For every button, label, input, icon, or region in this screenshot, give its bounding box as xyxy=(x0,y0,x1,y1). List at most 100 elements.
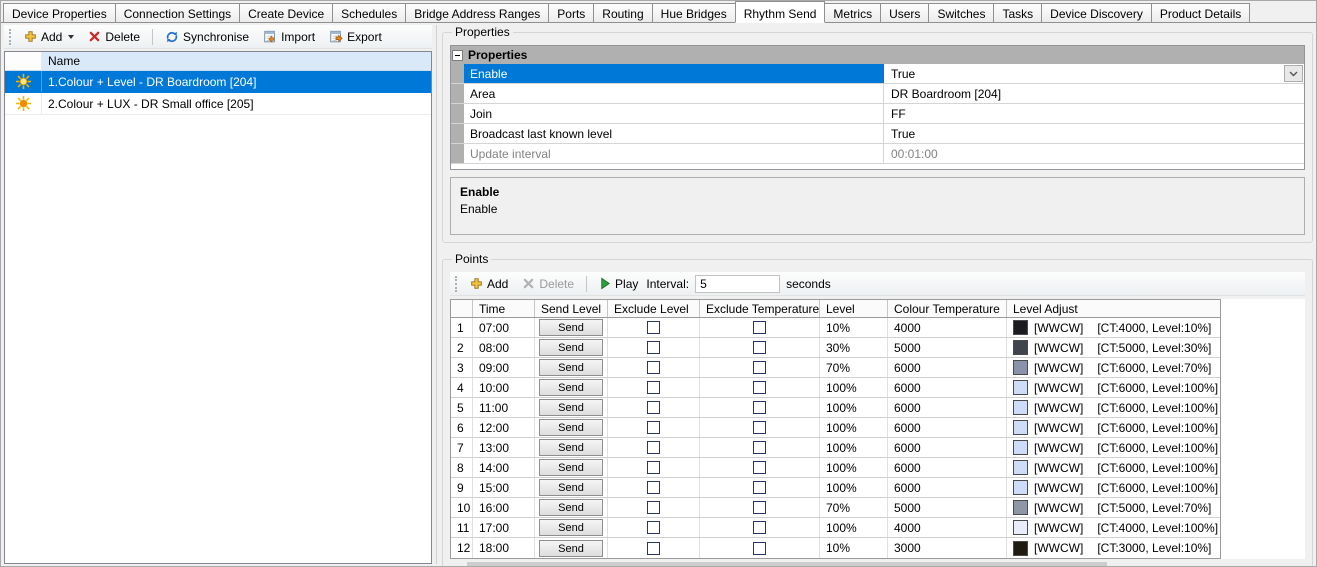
send-button[interactable]: Send xyxy=(539,439,603,456)
level-adjust-cell[interactable]: [WWCW] [CT:6000, Level:100%] xyxy=(1007,458,1220,477)
exclude-level-checkbox[interactable] xyxy=(647,461,660,474)
tab-device-properties[interactable]: Device Properties xyxy=(3,3,116,22)
exclude-level-checkbox[interactable] xyxy=(647,341,660,354)
exclude-temperature-checkbox[interactable] xyxy=(753,361,766,374)
exclude-temperature-checkbox[interactable] xyxy=(753,421,766,434)
level-cell[interactable]: 70% xyxy=(820,358,888,377)
send-button[interactable]: Send xyxy=(539,359,603,376)
play-button[interactable]: Play xyxy=(593,274,644,294)
interval-input[interactable] xyxy=(695,274,781,293)
synchronise-button[interactable]: Synchronise xyxy=(159,27,255,47)
exclude-level-checkbox[interactable] xyxy=(647,501,660,514)
property-value[interactable]: True xyxy=(884,64,1304,83)
property-value[interactable]: 00:01:00 xyxy=(884,144,1304,163)
level-cell[interactable]: 100% xyxy=(820,418,888,437)
scrollbar-track[interactable] xyxy=(467,562,1288,566)
name-column-header[interactable]: Name xyxy=(42,52,431,70)
col-header-level[interactable]: Level xyxy=(820,300,888,317)
tab-bridge-address-ranges[interactable]: Bridge Address Ranges xyxy=(405,3,550,22)
send-button[interactable]: Send xyxy=(539,399,603,416)
property-category-row[interactable]: Properties xyxy=(451,46,1304,64)
col-header-send-level[interactable]: Send Level xyxy=(535,300,608,317)
horizontal-scrollbar[interactable]: ‹ › xyxy=(450,562,1305,566)
level-adjust-cell[interactable]: [WWCW] [CT:4000, Level:100%] xyxy=(1007,518,1220,537)
time-cell[interactable]: 08:00 xyxy=(473,338,535,357)
colour-temperature-cell[interactable]: 4000 xyxy=(888,318,1007,337)
level-cell[interactable]: 100% xyxy=(820,478,888,497)
tab-product-details[interactable]: Product Details xyxy=(1150,3,1251,22)
exclude-temperature-checkbox[interactable] xyxy=(753,441,766,454)
exclude-level-checkbox[interactable] xyxy=(647,381,660,394)
level-adjust-cell[interactable]: [WWCW] [CT:6000, Level:100%] xyxy=(1007,478,1220,497)
send-button[interactable]: Send xyxy=(539,519,603,536)
level-cell[interactable]: 100% xyxy=(820,438,888,457)
tab-metrics[interactable]: Metrics xyxy=(824,3,882,22)
tab-rhythm-send[interactable]: Rhythm Send xyxy=(734,1,826,23)
level-adjust-cell[interactable]: [WWCW] [CT:4000, Level:10%] xyxy=(1007,318,1220,337)
level-cell[interactable]: 10% xyxy=(820,538,888,558)
export-button[interactable]: Export xyxy=(323,27,388,47)
property-value[interactable]: DR Boardroom [204] xyxy=(884,84,1304,103)
property-row-update-interval[interactable]: Update interval 00:01:00 xyxy=(451,144,1304,164)
value-dropdown-button[interactable] xyxy=(1284,65,1303,82)
col-header-rownum[interactable] xyxy=(451,300,473,317)
points-toolbar-grip[interactable] xyxy=(455,275,458,292)
property-row-enable[interactable]: Enable True xyxy=(451,64,1304,84)
colour-temperature-cell[interactable]: 6000 xyxy=(888,458,1007,477)
time-cell[interactable]: 11:00 xyxy=(473,398,535,417)
exclude-temperature-checkbox[interactable] xyxy=(753,401,766,414)
send-button[interactable]: Send xyxy=(539,479,603,496)
time-cell[interactable]: 12:00 xyxy=(473,418,535,437)
level-cell[interactable]: 70% xyxy=(820,498,888,517)
tab-connection-settings[interactable]: Connection Settings xyxy=(114,3,241,22)
level-cell[interactable]: 100% xyxy=(820,398,888,417)
tab-tasks[interactable]: Tasks xyxy=(993,3,1043,22)
level-adjust-cell[interactable]: [WWCW] [CT:3000, Level:10%] xyxy=(1007,538,1220,558)
send-button[interactable]: Send xyxy=(539,339,603,356)
tab-create-device[interactable]: Create Device xyxy=(239,3,334,22)
send-button[interactable]: Send xyxy=(539,459,603,476)
level-adjust-cell[interactable]: [WWCW] [CT:6000, Level:70%] xyxy=(1007,358,1220,377)
exclude-level-checkbox[interactable] xyxy=(647,541,660,555)
delete-button[interactable]: Delete xyxy=(82,27,146,47)
points-add-button[interactable]: Add xyxy=(464,274,514,294)
col-header-exclude-temperature[interactable]: Exclude Temperature xyxy=(700,300,820,317)
send-button[interactable]: Send xyxy=(539,499,603,516)
colour-temperature-cell[interactable]: 5000 xyxy=(888,498,1007,517)
colour-temperature-cell[interactable]: 6000 xyxy=(888,398,1007,417)
list-item[interactable]: 2.Colour + LUX - DR Small office [205] xyxy=(5,93,431,115)
send-button[interactable]: Send xyxy=(539,539,603,557)
colour-temperature-cell[interactable]: 6000 xyxy=(888,418,1007,437)
colour-temperature-cell[interactable]: 6000 xyxy=(888,358,1007,377)
exclude-level-checkbox[interactable] xyxy=(647,521,660,534)
exclude-level-checkbox[interactable] xyxy=(647,321,660,334)
property-value[interactable]: True xyxy=(884,124,1304,143)
tab-hue-bridges[interactable]: Hue Bridges xyxy=(651,3,736,22)
exclude-level-checkbox[interactable] xyxy=(647,361,660,374)
property-row-broadcast-last-known-level[interactable]: Broadcast last known level True xyxy=(451,124,1304,144)
level-cell[interactable]: 10% xyxy=(820,318,888,337)
time-cell[interactable]: 09:00 xyxy=(473,358,535,377)
level-cell[interactable]: 100% xyxy=(820,378,888,397)
level-adjust-cell[interactable]: [WWCW] [CT:5000, Level:70%] xyxy=(1007,498,1220,517)
time-cell[interactable]: 07:00 xyxy=(473,318,535,337)
exclude-temperature-checkbox[interactable] xyxy=(753,321,766,334)
time-cell[interactable]: 17:00 xyxy=(473,518,535,537)
exclude-level-checkbox[interactable] xyxy=(647,401,660,414)
level-cell[interactable]: 100% xyxy=(820,458,888,477)
send-button[interactable]: Send xyxy=(539,379,603,396)
add-button[interactable]: Add xyxy=(18,27,80,47)
time-cell[interactable]: 10:00 xyxy=(473,378,535,397)
exclude-temperature-checkbox[interactable] xyxy=(753,381,766,394)
exclude-temperature-checkbox[interactable] xyxy=(753,521,766,534)
list-item[interactable]: 1.Colour + Level - DR Boardroom [204] xyxy=(5,71,431,93)
tab-routing[interactable]: Routing xyxy=(593,3,653,22)
property-value[interactable]: FF xyxy=(884,104,1304,123)
colour-temperature-cell[interactable]: 6000 xyxy=(888,478,1007,497)
colour-temperature-cell[interactable]: 4000 xyxy=(888,518,1007,537)
import-button[interactable]: Import xyxy=(257,27,321,47)
tab-ports[interactable]: Ports xyxy=(548,3,595,22)
exclude-temperature-checkbox[interactable] xyxy=(753,501,766,514)
send-button[interactable]: Send xyxy=(539,319,603,336)
exclude-level-checkbox[interactable] xyxy=(647,441,660,454)
